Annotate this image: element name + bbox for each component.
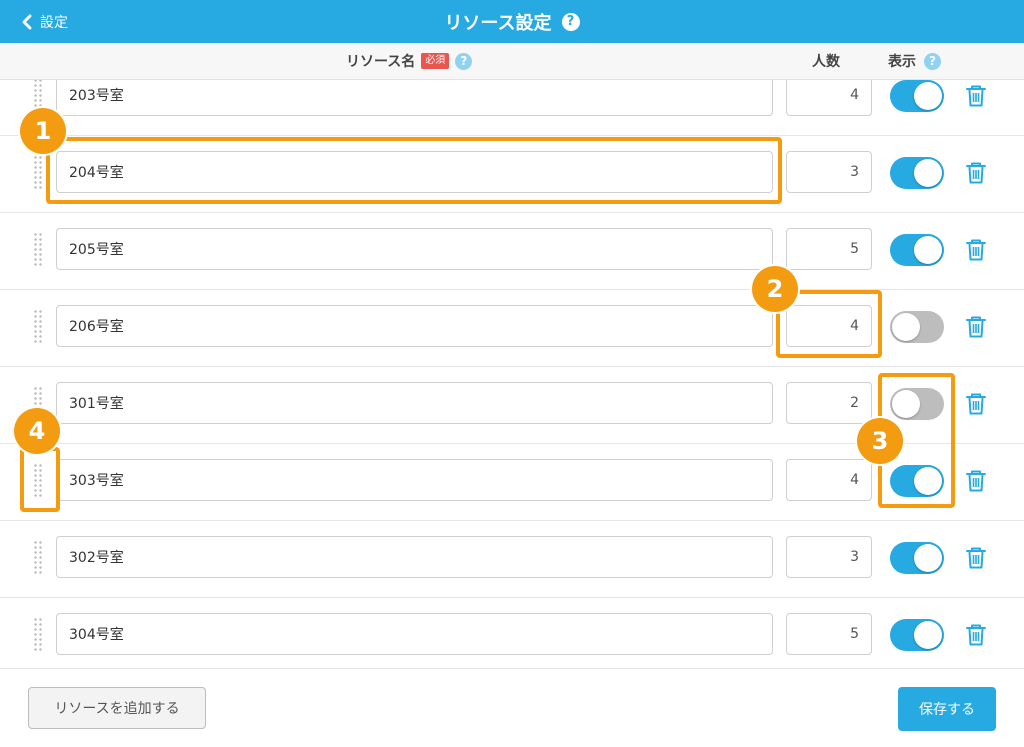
column-name-label: リソース名 xyxy=(346,54,416,70)
help-icon[interactable]: ? xyxy=(561,12,580,31)
visibility-toggle[interactable] xyxy=(890,619,944,651)
toggle-knob xyxy=(892,313,920,341)
drag-handle-icon[interactable] xyxy=(33,232,43,268)
resource-row xyxy=(0,521,1024,598)
footer-bar: リソースを追加する 保存する xyxy=(0,668,1024,747)
resource-count-input[interactable] xyxy=(786,536,872,578)
column-show-label: 表示 xyxy=(888,54,916,70)
column-header-count: 人数 xyxy=(812,43,840,79)
resource-count-input[interactable] xyxy=(786,613,872,655)
toggle-knob xyxy=(914,621,942,649)
top-navigation-bar: 設定 リソース設定 ? xyxy=(0,0,1024,43)
resource-list xyxy=(0,80,1024,668)
column-count-label: 人数 xyxy=(812,54,840,70)
resource-name-input[interactable] xyxy=(56,228,773,270)
trash-icon[interactable] xyxy=(965,623,987,647)
visibility-toggle[interactable] xyxy=(890,542,944,574)
toggle-knob xyxy=(914,82,942,110)
page-title-group: リソース設定 ? xyxy=(0,0,1024,43)
resource-row xyxy=(0,80,1024,136)
resource-name-input[interactable] xyxy=(56,613,773,655)
trash-icon[interactable] xyxy=(965,84,987,108)
trash-icon[interactable] xyxy=(965,392,987,416)
drag-handle-icon[interactable] xyxy=(33,617,43,653)
resource-row xyxy=(0,598,1024,668)
column-header-row: リソース名 必須 ? 人数 表示 ? xyxy=(0,43,1024,80)
resource-name-input[interactable] xyxy=(56,536,773,578)
toggle-knob xyxy=(914,159,942,187)
drag-handle-icon[interactable] xyxy=(33,540,43,576)
resource-count-input[interactable] xyxy=(786,305,872,347)
resource-count-input[interactable] xyxy=(786,459,872,501)
resource-name-input[interactable] xyxy=(56,80,773,116)
resource-name-input[interactable] xyxy=(56,305,773,347)
resource-name-input[interactable] xyxy=(56,459,773,501)
drag-handle-icon[interactable] xyxy=(33,155,43,191)
toggle-knob xyxy=(914,236,942,264)
trash-icon[interactable] xyxy=(965,238,987,262)
resource-row xyxy=(0,290,1024,367)
toggle-knob xyxy=(914,544,942,572)
column-header-name: リソース名 必須 ? xyxy=(346,43,473,79)
toggle-knob xyxy=(914,467,942,495)
visibility-toggle[interactable] xyxy=(890,157,944,189)
visibility-toggle[interactable] xyxy=(890,388,944,420)
resource-row xyxy=(0,213,1024,290)
annotation-badge-2: 2 xyxy=(752,266,798,312)
trash-icon[interactable] xyxy=(965,546,987,570)
annotation-badge-4: 4 xyxy=(14,408,60,454)
resource-count-input[interactable] xyxy=(786,80,872,116)
trash-icon[interactable] xyxy=(965,469,987,493)
drag-handle-icon[interactable] xyxy=(33,309,43,345)
trash-icon[interactable] xyxy=(965,315,987,339)
resource-count-input[interactable] xyxy=(786,151,872,193)
visibility-toggle[interactable] xyxy=(890,234,944,266)
visibility-toggle[interactable] xyxy=(890,311,944,343)
name-help-icon[interactable]: ? xyxy=(455,52,473,70)
resource-count-input[interactable] xyxy=(786,382,872,424)
annotation-badge-1: 1 xyxy=(20,108,66,154)
show-help-icon[interactable]: ? xyxy=(924,52,941,70)
resource-count-input[interactable] xyxy=(786,228,872,270)
drag-handle-icon[interactable] xyxy=(33,463,43,499)
column-header-show: 表示 ? xyxy=(888,43,941,79)
annotation-badge-3: 3 xyxy=(857,418,903,464)
resource-name-input[interactable] xyxy=(56,151,773,193)
required-badge: 必須 xyxy=(421,53,450,69)
page-title: リソース設定 xyxy=(444,12,552,34)
add-resource-button[interactable]: リソースを追加する xyxy=(28,687,206,729)
resource-row xyxy=(0,136,1024,213)
save-button[interactable]: 保存する xyxy=(898,687,996,731)
resource-name-input[interactable] xyxy=(56,382,773,424)
toggle-knob xyxy=(892,390,920,418)
trash-icon[interactable] xyxy=(965,161,987,185)
visibility-toggle[interactable] xyxy=(890,465,944,497)
visibility-toggle[interactable] xyxy=(890,80,944,112)
